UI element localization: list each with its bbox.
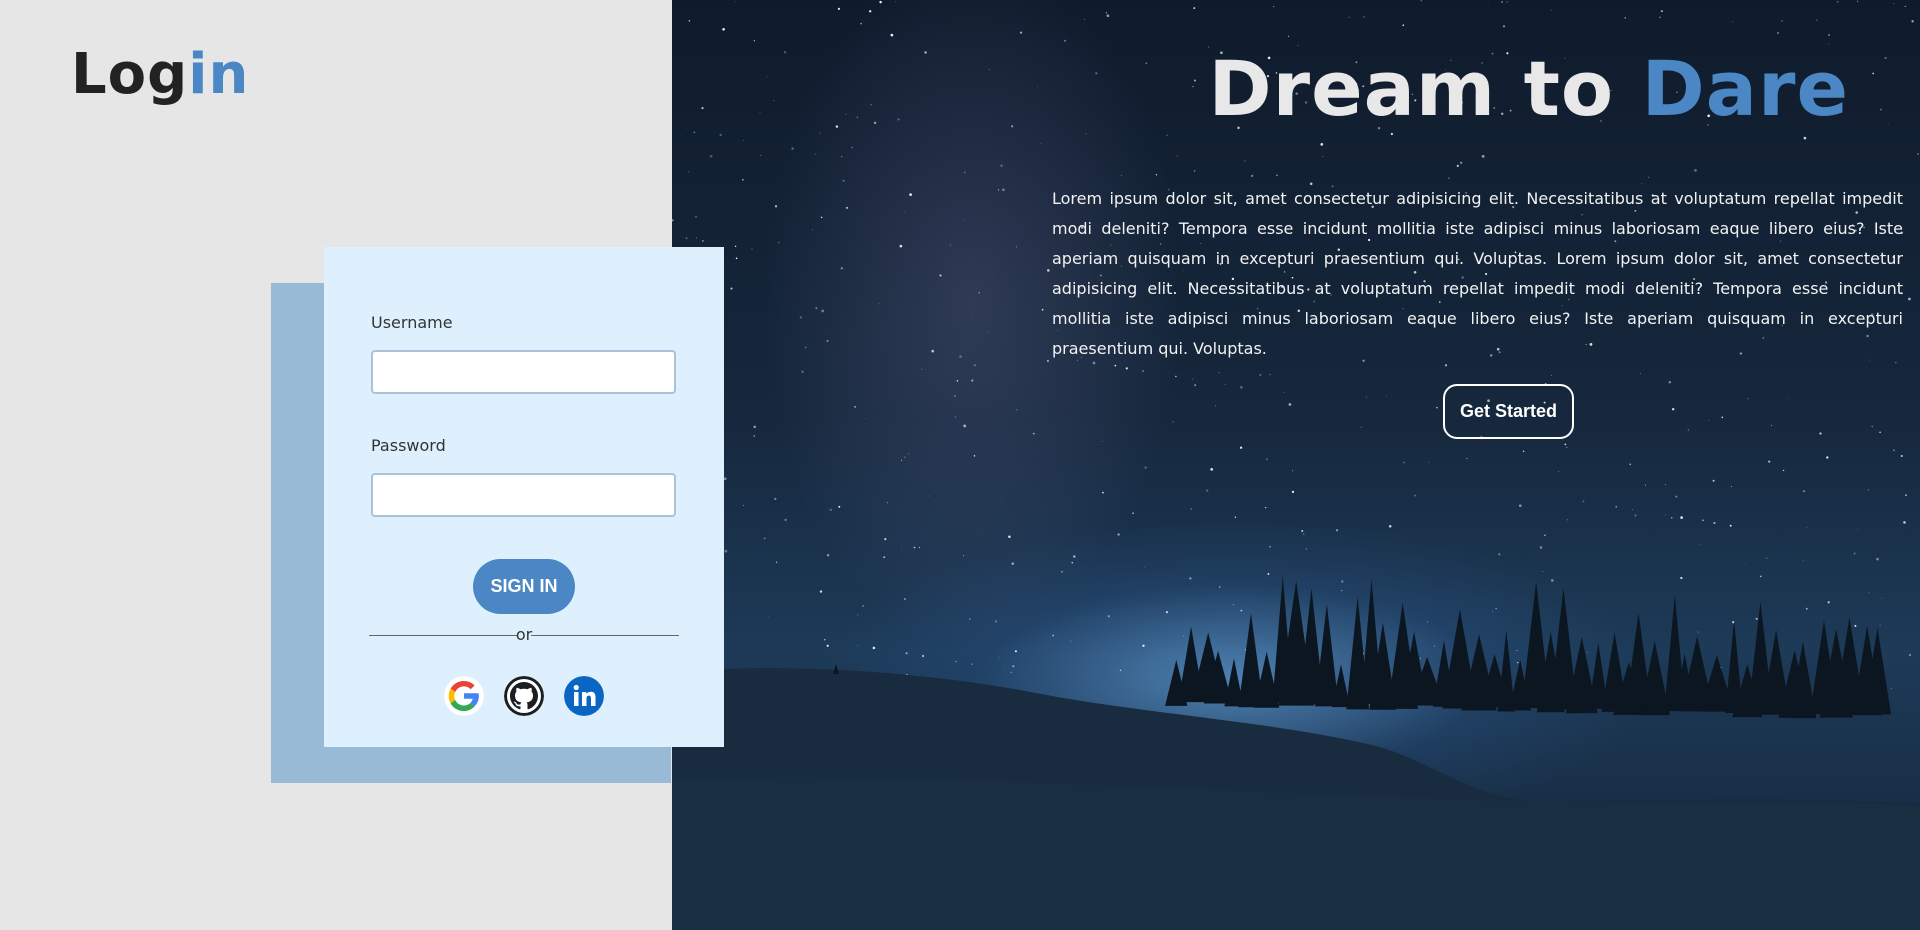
- hero-title: Dream to Dare: [1209, 44, 1849, 133]
- get-started-button[interactable]: Get Started: [1443, 384, 1574, 439]
- login-card: Username Password SIGN IN or: [324, 247, 724, 747]
- hero-title-main: Dream to: [1208, 44, 1615, 133]
- google-icon[interactable]: [444, 676, 484, 716]
- password-label: Password: [371, 436, 446, 455]
- logo-main: Log: [71, 42, 189, 107]
- or-divider: or: [369, 623, 679, 647]
- password-input[interactable]: [371, 473, 676, 517]
- linkedin-icon[interactable]: [564, 676, 604, 716]
- username-label: Username: [371, 313, 453, 332]
- github-icon[interactable]: [504, 676, 544, 716]
- logo-accent: in: [188, 42, 250, 107]
- night-sky-background: [672, 0, 1920, 930]
- username-input[interactable]: [371, 350, 676, 394]
- social-login-group: [444, 676, 604, 718]
- hero-title-accent: Dare: [1641, 44, 1849, 133]
- hero-description: Lorem ipsum dolor sit, amet consectetur …: [1052, 189, 1903, 358]
- sign-in-button[interactable]: SIGN IN: [473, 559, 575, 614]
- divider-text: or: [515, 625, 533, 644]
- logo: Login: [71, 42, 249, 107]
- hero-section: Dream to Dare Lorem ipsum dolor sit, ame…: [672, 0, 1920, 930]
